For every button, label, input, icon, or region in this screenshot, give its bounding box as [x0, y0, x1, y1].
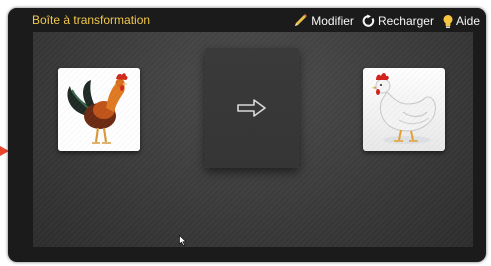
transform-panel[interactable]: [205, 48, 299, 168]
toolbar: Modifier Recharger Aide: [293, 12, 480, 30]
mouse-pointer-icon: [179, 231, 187, 250]
hen-image: [372, 73, 436, 144]
transformation-box-window: Boîte à transformation Modifier Recharge…: [8, 8, 486, 262]
window-title: Boîte à transformation: [32, 13, 151, 27]
reload-label: Recharger: [377, 14, 434, 28]
help-label: Aide: [455, 14, 480, 28]
transformation-stage: [33, 32, 473, 247]
modify-label: Modifier: [311, 14, 354, 28]
rooster-image: [58, 68, 140, 151]
reload-icon: [362, 14, 376, 28]
output-card-hen[interactable]: [363, 68, 445, 151]
modify-button[interactable]: Modifier: [293, 14, 354, 28]
input-card-rooster[interactable]: [58, 68, 140, 151]
help-button[interactable]: Aide: [442, 14, 480, 29]
pencil-icon: [293, 14, 309, 28]
arrow-right-icon: [235, 97, 269, 119]
title-bar: Boîte à transformation Modifier Recharge…: [8, 8, 486, 34]
lightbulb-icon: [442, 14, 454, 29]
reload-button[interactable]: Recharger: [362, 14, 434, 28]
